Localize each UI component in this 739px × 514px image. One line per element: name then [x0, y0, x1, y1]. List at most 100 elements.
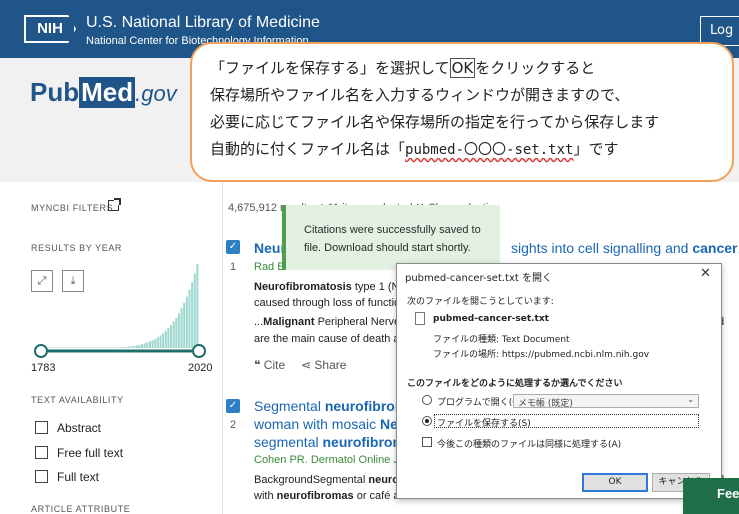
result-2-snippet-2: with neurofibromas or café au [254, 490, 406, 502]
feedback-button[interactable]: Fee [683, 478, 739, 514]
result-2-title-line-1[interactable]: Segmental neurofibrom [254, 398, 407, 414]
histogram-bar [177, 313, 180, 348]
histogram-bar [101, 347, 104, 348]
result-1-snippet-3: ...Malignant Peripheral Nerve S [254, 316, 411, 328]
filter-abstract-checkbox[interactable] [35, 421, 48, 434]
result-1-snippet-1: Neurofibromatosis type 1 (NF [254, 281, 406, 293]
result-2-checkbox[interactable]: ✓ [226, 399, 240, 413]
nih-logo[interactable]: NIH [24, 15, 76, 43]
cite-button[interactable]: ❝ Cite [254, 358, 285, 372]
result-1-number: 1 [230, 261, 237, 273]
result-2-title-line-3[interactable]: segmental neurofibrom [254, 434, 405, 450]
pubmed-logo-gov: .gov [135, 81, 177, 106]
pubmed-logo-pub: Pub [30, 77, 80, 107]
histogram-bar [164, 330, 167, 348]
year-start-label: 1783 [31, 362, 56, 374]
histogram-bar [64, 347, 67, 348]
result-2-title-3-text: segmental [254, 434, 323, 450]
article-attribute-label: ARTICLE ATTRIBUTE [31, 504, 131, 514]
text-file-icon [415, 312, 425, 325]
results-by-year-histogram[interactable] [30, 262, 215, 362]
save-file-label[interactable]: ファイルを保存する(S) [437, 416, 531, 429]
histogram-bar [93, 347, 96, 348]
callout-line-4-a: 自動的に付くファイル名は「 [210, 140, 406, 158]
histogram-bar [135, 345, 138, 348]
histogram-bar [167, 328, 170, 348]
dialog-close-icon[interactable]: ✕ [700, 266, 711, 281]
result-2-title-line-2[interactable]: woman with mosaic Neu [254, 416, 407, 432]
year-start-handle[interactable] [34, 344, 48, 358]
histogram-bar [80, 347, 83, 348]
result-1-title-end[interactable]: sights into cell signalling and cancer. [511, 240, 739, 256]
result-1-title-mid: sights into cell signalling and [511, 240, 693, 256]
quote-icon: ❝ [254, 358, 264, 372]
histogram-bars [41, 264, 199, 348]
callout-line-4-c: 」です [573, 140, 619, 158]
histogram-bar [96, 347, 99, 348]
cite-label: Cite [263, 358, 286, 372]
filter-full-text-checkbox[interactable] [35, 470, 48, 483]
result-1-title-keyword: cancer [692, 240, 738, 256]
callout-line-4: 自動的に付くファイル名は「pubmed-〇〇〇-set.txt」です [210, 138, 618, 159]
histogram-bar [130, 346, 133, 348]
share-label: Share [314, 358, 347, 372]
filter-free-full-text-label[interactable]: Free full text [57, 446, 123, 460]
result-2-title-3-keyword: neurofibrom [322, 434, 405, 450]
myncbi-filters-label[interactable]: MYNCBI FILTERS [31, 203, 113, 213]
histogram-bar [83, 347, 86, 348]
histogram-bar [154, 338, 157, 348]
open-with-radio[interactable] [422, 395, 432, 405]
callout-filename: pubmed-〇〇〇-set.txt [405, 142, 574, 158]
remember-checkbox[interactable] [422, 437, 432, 447]
histogram-bar [75, 347, 78, 348]
dialog-opening-text: 次のファイルを開こうとしています: [407, 297, 554, 307]
histogram-bar [85, 347, 88, 348]
results-by-year-label: RESULTS BY YEAR [31, 243, 123, 253]
result-1-checkbox[interactable]: ✓ [226, 240, 240, 254]
histogram-bar [59, 347, 62, 348]
filter-abstract-label[interactable]: Abstract [57, 421, 101, 435]
result-2-snippet-2-text: with [254, 490, 277, 502]
result-1-snippet-1-keyword: Neurofibromatosis [254, 281, 352, 293]
callout-line-1-b: をクリックすると [475, 59, 596, 77]
ok-button[interactable]: OK [582, 473, 648, 492]
year-end-label: 2020 [188, 362, 213, 374]
result-1-snippet-3-keyword: Malignant [263, 316, 315, 328]
external-link-icon[interactable] [108, 198, 121, 211]
result-2-snippet-1-text: BackgroundSegmental [254, 474, 369, 486]
histogram-bar [54, 347, 57, 348]
histogram-bar [91, 347, 94, 348]
share-button[interactable]: ⋖ Share [301, 358, 346, 372]
histogram-bar [148, 341, 151, 348]
histogram-bar [146, 342, 149, 348]
result-2-title-1-keyword: neurofibrom [324, 398, 408, 414]
histogram-bar [114, 347, 117, 348]
histogram-bar [191, 282, 194, 348]
histogram-bar [143, 343, 146, 348]
histogram-bar [112, 347, 115, 348]
histogram-bar [109, 347, 112, 348]
nih-title[interactable]: U.S. National Library of Medicine [86, 14, 320, 32]
histogram-bar [127, 346, 130, 348]
histogram-bar [170, 325, 173, 348]
filter-free-full-text-checkbox[interactable] [35, 446, 48, 459]
histogram-bar [56, 347, 59, 348]
pubmed-logo[interactable]: PubMed.gov [30, 77, 177, 108]
program-select[interactable]: メモ帳 (既定) ⌄ [513, 394, 699, 409]
filter-full-text-label[interactable]: Full text [57, 470, 99, 484]
histogram-bar [125, 346, 128, 348]
histogram-bar [72, 347, 75, 348]
histogram-bar [159, 335, 162, 348]
download-toast: Citations were successfully saved to fil… [282, 205, 500, 270]
histogram-bar [141, 344, 144, 348]
save-file-radio[interactable] [422, 416, 432, 426]
dialog-file-location: ファイルの場所: https://pubmed.ncbi.nlm.nih.gov [433, 350, 650, 360]
remember-label[interactable]: 今後この種類のファイルは同様に処理する(A) [437, 437, 621, 450]
histogram-bar [69, 347, 72, 348]
callout-ok-box: OK [449, 58, 476, 78]
histogram-bar [180, 308, 183, 348]
share-icon: ⋖ [301, 358, 315, 372]
screenshot: NIH U.S. National Library of Medicine Na… [0, 0, 739, 514]
year-end-handle[interactable] [192, 344, 206, 358]
histogram-bar [156, 337, 159, 348]
